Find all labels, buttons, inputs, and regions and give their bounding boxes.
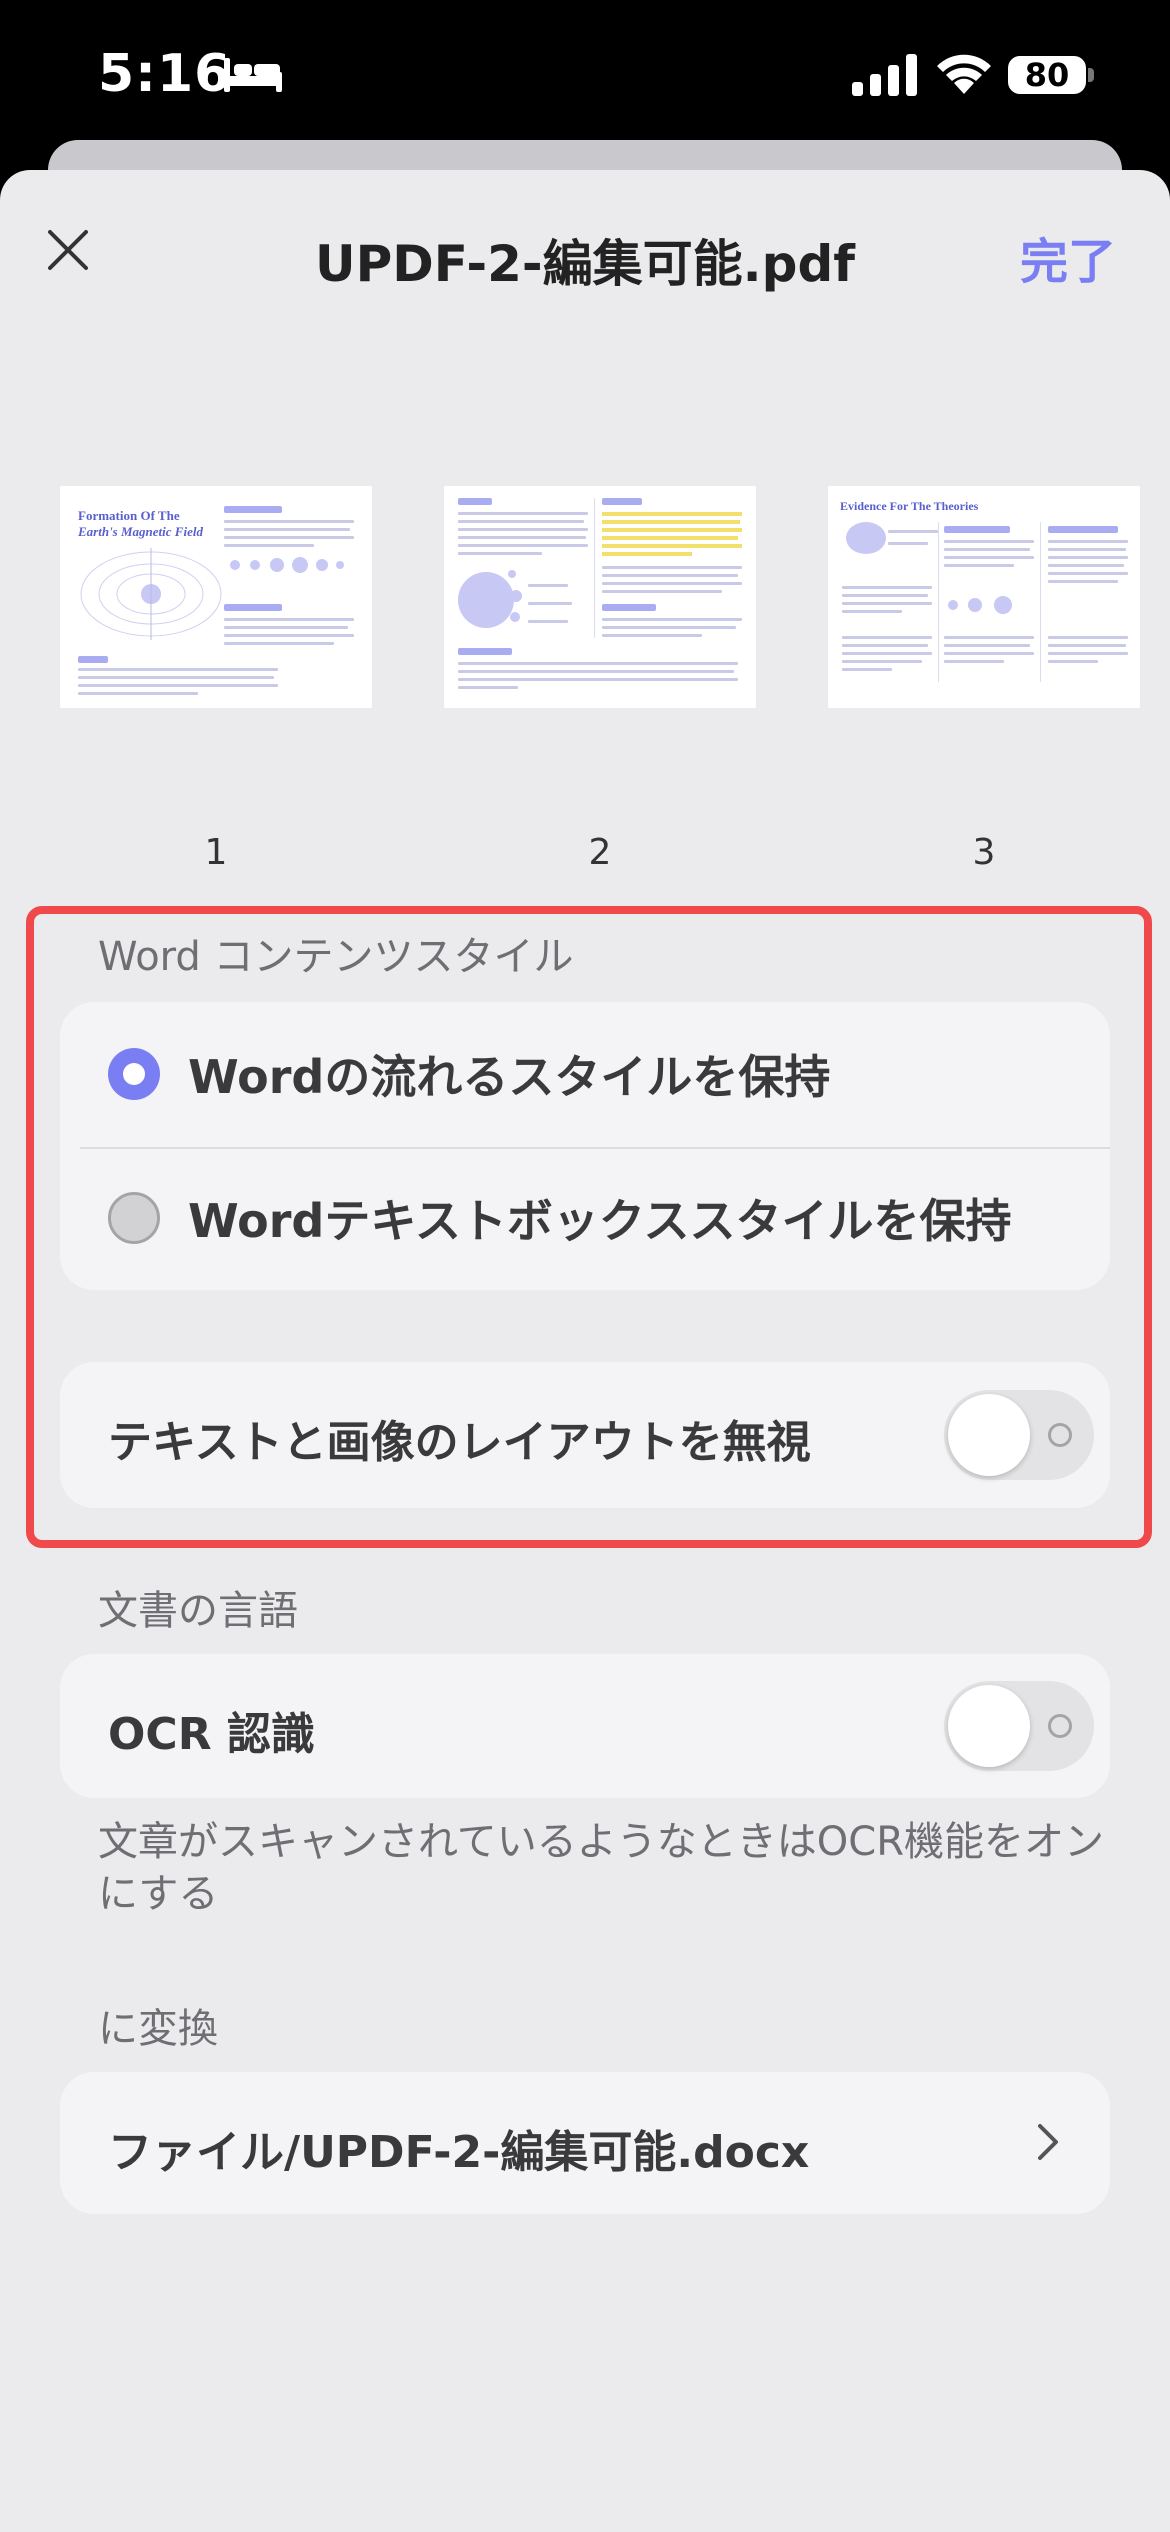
thumbnail-1-title-line1: Formation Of The	[78, 508, 180, 523]
battery-level: 80	[1024, 56, 1070, 94]
magnetic-field-illustration	[80, 548, 222, 640]
thumbnail-1-title: Formation Of The Earth's Magnetic Field	[78, 508, 203, 540]
page-number-2: 2	[588, 832, 612, 873]
battery-indicator: 80	[1008, 56, 1086, 94]
highlight-frame	[26, 906, 1152, 1548]
convert-section-label: に変換	[98, 2006, 218, 2052]
page-thumbnail-2[interactable]	[444, 486, 756, 708]
page-thumbnail-1[interactable]: Formation Of The Earth's Magnetic Field	[60, 486, 372, 708]
thumbnail-3-title: Evidence For The Theories	[840, 499, 979, 513]
thumbnail-1-title-line2: Earth's Magnetic Field	[78, 524, 203, 539]
output-path-label: ファイル/UPDF-2-編集可能.docx	[108, 2127, 810, 2178]
toggle-knob	[948, 1685, 1030, 1767]
toggle-off-icon	[1048, 1714, 1072, 1738]
status-bar: 5:16 80	[0, 0, 1170, 140]
ocr-label: OCR 認識	[108, 1709, 315, 1760]
document-title: UPDF-2-編集可能.pdf	[315, 235, 855, 293]
page-number-3: 3	[972, 832, 996, 873]
language-section-label: 文書の言語	[98, 1588, 298, 1634]
ocr-help-text: 文章がスキャンされているようなときはOCR機能をオンにする	[98, 1819, 1105, 1917]
done-button[interactable]: 完了	[1020, 222, 1116, 292]
output-path-row[interactable]: ファイル/UPDF-2-編集可能.docx	[60, 2072, 1110, 2214]
status-time: 5:16	[98, 44, 232, 104]
ocr-card: OCR 認識	[60, 1654, 1110, 1798]
wifi-icon	[937, 54, 991, 94]
close-icon[interactable]	[44, 226, 92, 274]
sleep-bed-icon	[224, 58, 282, 92]
chevron-right-icon	[1038, 2124, 1058, 2160]
cellular-signal-icon	[852, 54, 917, 96]
ocr-toggle[interactable]	[944, 1681, 1094, 1771]
page-thumbnail-3[interactable]: Evidence For The Theories	[828, 486, 1140, 708]
battery-cap	[1088, 68, 1094, 82]
page-number-1: 1	[204, 832, 228, 873]
